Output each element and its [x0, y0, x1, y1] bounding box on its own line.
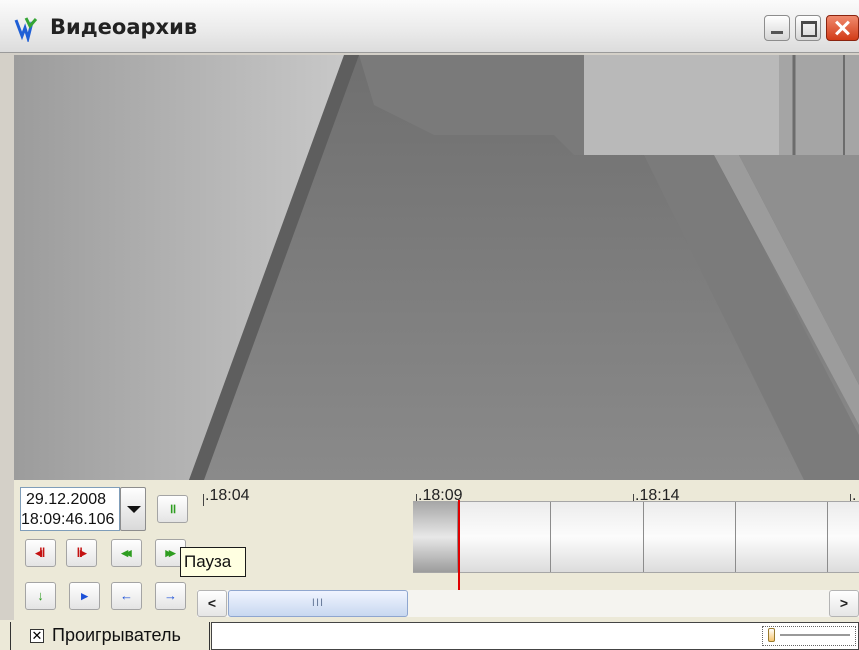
player-label: Проигрыватель: [52, 625, 181, 645]
nav-down-button[interactable]: ↓: [25, 582, 56, 610]
pause-button[interactable]: ॥: [157, 495, 188, 523]
frame-forward-button[interactable]: ‖▸: [66, 539, 97, 567]
window-title: Видеоархив: [50, 15, 198, 39]
timeline-strip[interactable]: [413, 501, 859, 573]
volume-slider-knob[interactable]: [768, 628, 775, 642]
time-value: 18:09:46.106: [21, 511, 115, 528]
timeline-cursor[interactable]: [458, 500, 460, 590]
volume-slider[interactable]: [762, 626, 856, 646]
timeline-recorded-segment: [413, 502, 457, 572]
nav-left-button[interactable]: ←: [111, 582, 142, 610]
minimize-button[interactable]: [764, 15, 790, 41]
play-backward-button[interactable]: ◂◂: [111, 539, 142, 567]
play-forward-icon: ▸▸: [165, 545, 175, 560]
frame-forward-icon: ‖▸: [76, 545, 87, 560]
volume-slider-track: [780, 634, 850, 636]
timeline-divider: [643, 502, 644, 572]
arrow-down-icon: ↓: [37, 588, 43, 603]
arrow-left-icon: ←: [120, 588, 133, 603]
frame-back-button[interactable]: ◂‖: [25, 539, 56, 567]
maximize-button[interactable]: [795, 15, 821, 41]
close-button[interactable]: [826, 15, 859, 41]
scroll-left-button[interactable]: <: [197, 590, 227, 617]
timeline-divider: [550, 502, 551, 572]
datetime-field[interactable]: 29.12.2008 18:09:46.106: [20, 487, 120, 531]
pause-icon: ॥: [168, 501, 177, 516]
date-value: 29.12.2008: [26, 491, 107, 508]
timeline-divider: [827, 502, 828, 572]
camera-image: [14, 55, 859, 480]
video-frame[interactable]: [14, 55, 859, 480]
frame-back-icon: ◂‖: [35, 545, 46, 560]
nav-play-button[interactable]: ▸: [69, 582, 100, 610]
play-icon: ▸: [81, 588, 87, 603]
pause-tooltip: Пауза: [180, 547, 246, 577]
timeline-label: .18:04: [202, 487, 250, 506]
scrollbar-thumb[interactable]: III: [228, 590, 408, 617]
player-checkbox[interactable]: ✕: [30, 629, 44, 643]
play-backward-icon: ◂◂: [121, 545, 131, 560]
timeline-divider: [735, 502, 736, 572]
arrow-right-icon: →: [164, 588, 177, 603]
app-logo-icon: [14, 17, 38, 42]
datetime-dropdown-button[interactable]: [120, 487, 146, 531]
nav-right-button[interactable]: →: [155, 582, 186, 610]
scroll-right-button[interactable]: >: [829, 590, 859, 617]
